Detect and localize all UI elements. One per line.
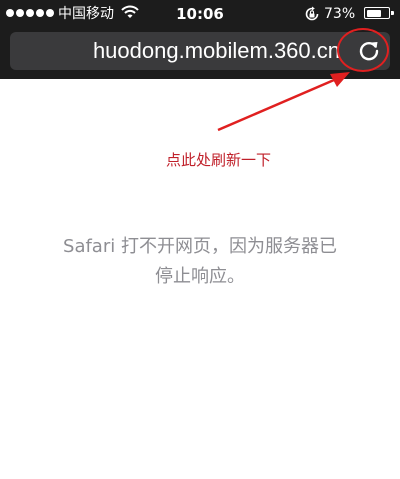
- error-message: Safari 打不开网页，因为服务器已停止响应。: [63, 236, 337, 287]
- annotation-text: 点此处刷新一下: [166, 151, 272, 169]
